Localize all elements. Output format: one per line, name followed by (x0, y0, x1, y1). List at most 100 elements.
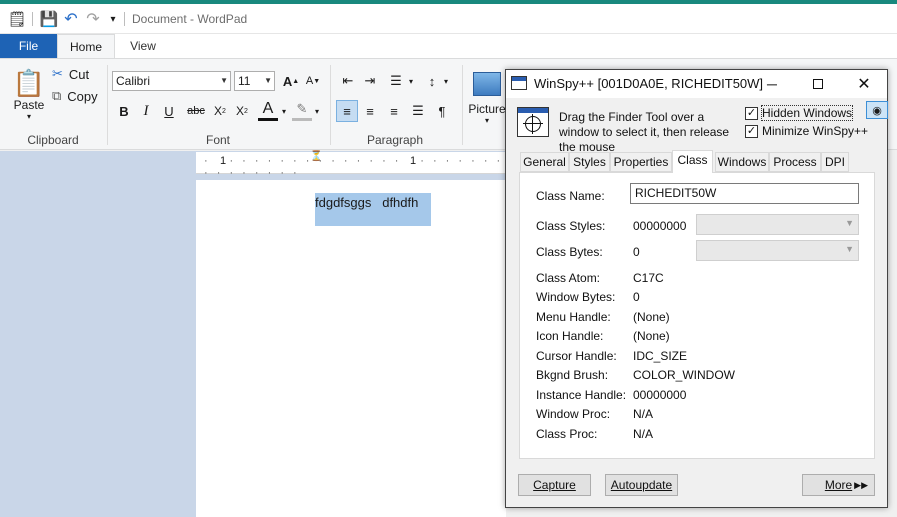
chevron-down-icon: ▼ (264, 76, 272, 85)
chevron-down-icon: ▼ (845, 218, 854, 228)
decrease-indent-icon[interactable]: ⇤ (338, 71, 358, 91)
winspy-app-icon[interactable] (511, 76, 527, 90)
class-name-field[interactable]: RICHEDIT50W (630, 183, 859, 204)
window-proc-value: N/A (633, 407, 654, 421)
undo-icon[interactable]: ↶ (62, 10, 80, 28)
document-page[interactable] (196, 180, 506, 517)
minimize-winspy-checkbox[interactable]: ✓ Minimize WinSpy++ (745, 123, 868, 139)
class-styles-label: Class Styles: (536, 219, 606, 233)
class-atom-label: Class Atom: (536, 271, 601, 285)
close-button[interactable]: ✕ (841, 70, 887, 98)
shrink-font-icon[interactable]: A ▼ (303, 71, 323, 91)
tab-windows[interactable]: Windows (715, 152, 769, 172)
align-right-icon[interactable]: ≡ (384, 100, 404, 122)
tab-general[interactable]: General (520, 152, 569, 172)
save-icon[interactable]: 💾 (40, 10, 59, 28)
justify-icon[interactable]: ☰ (408, 100, 428, 122)
autoupdate-button[interactable]: Autoupdate (605, 474, 678, 496)
font-group-label: Font (205, 133, 230, 147)
strikethrough-icon[interactable]: abc (183, 101, 209, 121)
chevron-down-icon[interactable]: ▾ (279, 101, 289, 121)
subscript-icon[interactable]: X2 (210, 101, 230, 121)
ruler-mark: 1 (218, 155, 229, 167)
ribbon-tabs: File Home View (0, 34, 897, 58)
font-size-value: 11 (238, 74, 251, 88)
tab-file[interactable]: File (0, 34, 57, 58)
maximize-icon (813, 79, 823, 89)
paragraph-group-label: Paragraph (366, 133, 424, 147)
redo-icon[interactable]: ↷ (84, 10, 102, 28)
finder-tool[interactable] (517, 107, 549, 137)
italic-icon[interactable]: I (137, 101, 155, 121)
picture-button[interactable]: Picture ▾ (468, 65, 506, 131)
maximize-button[interactable] (795, 70, 841, 98)
text-color-icon[interactable]: A (258, 99, 278, 121)
cursor-handle-label: Cursor Handle: (536, 349, 617, 363)
crosshair-icon (523, 114, 543, 134)
align-left-icon[interactable]: ≡ (336, 100, 358, 122)
tab-home[interactable]: Home (57, 34, 115, 58)
winspy-titlebar[interactable]: WinSpy++ [001D0A0E, RICHEDIT50W] ─ ✕ (506, 70, 887, 98)
chevron-down-icon: ▾ (484, 115, 489, 125)
finder-tool-bar (518, 108, 548, 113)
tab-view[interactable]: View (118, 34, 168, 58)
bullets-icon[interactable]: ☰ (386, 71, 406, 91)
selected-document-text[interactable]: fdgdfsggs dfhdfh (315, 193, 431, 226)
chevron-down-icon[interactable]: ▾ (406, 71, 416, 91)
window-title: Document - WordPad (132, 12, 248, 26)
qat-customize-icon[interactable]: ▾ (104, 10, 122, 28)
minimize-winspy-label: Minimize WinSpy++ (762, 124, 869, 138)
more-button[interactable]: More ▶▶ (802, 474, 875, 496)
copy-label: Copy (67, 88, 98, 104)
class-name-label: Class Name: (536, 189, 605, 203)
tab-styles[interactable]: Styles (569, 152, 610, 172)
align-center-icon[interactable]: ≡ (360, 100, 380, 122)
bold-icon[interactable]: B (115, 101, 133, 121)
chevron-down-icon[interactable]: ▾ (441, 71, 451, 91)
class-proc-label: Class Proc: (536, 427, 598, 441)
class-bytes-dropdown[interactable]: ▼ (696, 240, 859, 261)
grow-font-icon[interactable]: A ▲ (281, 71, 301, 91)
tab-process[interactable]: Process (769, 152, 821, 172)
chevron-down-icon[interactable]: ▾ (312, 101, 322, 121)
paragraph-icon[interactable]: ¶ (432, 100, 452, 122)
finder-instructions: Drag the Finder Tool over a window to se… (559, 110, 730, 154)
underline-icon[interactable]: U (160, 101, 178, 121)
cut-button[interactable]: ✂ Cut (52, 65, 89, 83)
line-spacing-icon[interactable]: ↕ (422, 71, 442, 91)
eye-button[interactable]: ◉ (866, 101, 888, 119)
copy-button[interactable]: ⧉ Copy (52, 87, 98, 105)
instance-handle-label: Instance Handle: (536, 388, 627, 402)
tab-properties[interactable]: Properties (610, 152, 672, 172)
winspy-window: WinSpy++ [001D0A0E, RICHEDIT50W] ─ ✕ Dra… (505, 69, 888, 508)
ruler-mark: 1 (408, 155, 419, 167)
ruler[interactable]: · · · · · · · · · · · · · · · · · · · · … (196, 152, 506, 179)
superscript-icon[interactable]: X2 (232, 101, 252, 121)
class-bytes-label: Class Bytes: (536, 245, 603, 259)
double-chevron-right-icon: ▶▶ (854, 480, 868, 490)
copy-icon: ⧉ (52, 88, 62, 103)
class-tab-panel: Class Name: RICHEDIT50W Class Styles: 00… (519, 172, 875, 459)
class-styles-dropdown[interactable]: ▼ (696, 214, 859, 235)
hidden-windows-label: Hidden Windows (760, 105, 854, 121)
class-proc-value: N/A (633, 427, 654, 441)
wordpad-app-icon[interactable]: 🗒 (7, 10, 26, 28)
paste-icon: 📋 (12, 67, 46, 98)
hidden-windows-checkbox[interactable]: ✓ Hidden Windows (745, 105, 854, 121)
tab-dpi[interactable]: DPI (821, 152, 849, 172)
minimize-button[interactable]: ─ (749, 70, 795, 98)
indent-marker-icon[interactable]: ⏳ (310, 152, 322, 162)
font-size-combo[interactable]: 11 ▼ (234, 71, 275, 91)
capture-button[interactable]: Capture (518, 474, 591, 496)
class-styles-value: 00000000 (633, 219, 687, 233)
paste-button[interactable]: 📋 Paste ▾ (10, 63, 48, 125)
winspy-title: WinSpy++ [001D0A0E, RICHEDIT50W] (534, 76, 764, 91)
bkgnd-brush-value: COLOR_WINDOW (633, 368, 735, 382)
increase-indent-icon[interactable]: ⇥ (360, 71, 380, 91)
highlight-icon[interactable]: ✎ (292, 99, 312, 121)
instance-handle-value: 00000000 (633, 388, 687, 402)
tab-class[interactable]: Class (672, 150, 713, 173)
icon-handle-label: Icon Handle: (536, 329, 604, 343)
scissors-icon: ✂ (52, 66, 63, 81)
font-family-combo[interactable]: Calibri ▼ (112, 71, 231, 91)
